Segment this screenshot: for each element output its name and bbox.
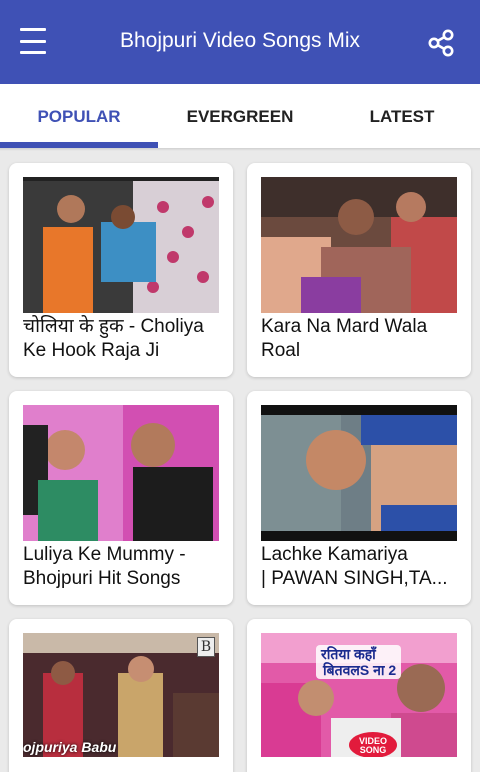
tab-bar-shadow — [0, 148, 480, 151]
video-song-badge: VIDEO SONG — [353, 737, 393, 755]
video-song-badge-line: SONG — [359, 745, 387, 755]
video-title[interactable]: Kara Na Mard Wala Roal — [261, 315, 467, 363]
app-title: Bhojpuri Video Songs Mix — [119, 29, 361, 52]
video-thumbnail[interactable]: B ojpuriya Babu — [23, 633, 219, 757]
video-card[interactable]: Luliya Ke Mummy - Bhojpuri Hit Songs — [9, 391, 233, 605]
share-icon[interactable] — [426, 28, 456, 58]
poster-title-line: बितवलS ना 2 — [323, 662, 397, 678]
video-card[interactable]: Lachke Kamariya | PAWAN SINGH,TA... — [247, 391, 471, 605]
video-thumbnail[interactable] — [23, 405, 219, 541]
video-title-line: | PAWAN SINGH,TA... — [261, 568, 448, 589]
thumbnail-overlay-text: ojpuriya Babu — [23, 739, 117, 755]
tab-popular[interactable]: POPULAR — [0, 84, 158, 150]
video-title[interactable]: Lachke Kamariya | PAWAN SINGH,TA... — [261, 543, 467, 591]
video-title[interactable]: चोलिया के हुक - Choliya Ke Hook Raja Ji — [23, 315, 229, 363]
channel-badge: B — [197, 637, 215, 657]
video-card[interactable]: Kara Na Mard Wala Roal — [247, 163, 471, 377]
video-thumbnail[interactable] — [261, 177, 457, 313]
tab-bar: POPULAR EVERGREEN LATEST — [0, 84, 480, 150]
video-card[interactable]: चोलिया के हुक - Choliya Ke Hook Raja Ji — [9, 163, 233, 377]
video-title-line: Lachke Kamariya — [261, 544, 408, 565]
tab-evergreen[interactable]: EVERGREEN — [160, 84, 320, 150]
video-title[interactable]: Luliya Ke Mummy - Bhojpuri Hit Songs — [23, 543, 229, 591]
video-thumbnail[interactable] — [23, 177, 219, 313]
video-card[interactable]: रतिया कहाँ बितवलS ना 2 VIDEO SONG — [247, 619, 471, 772]
tab-latest[interactable]: LATEST — [322, 84, 480, 150]
video-card[interactable]: B ojpuriya Babu — [9, 619, 233, 772]
video-thumbnail[interactable] — [261, 405, 457, 541]
video-thumbnail[interactable]: रतिया कहाँ बितवलS ना 2 VIDEO SONG — [261, 633, 457, 757]
app-bar: Bhojpuri Video Songs Mix — [0, 0, 480, 84]
